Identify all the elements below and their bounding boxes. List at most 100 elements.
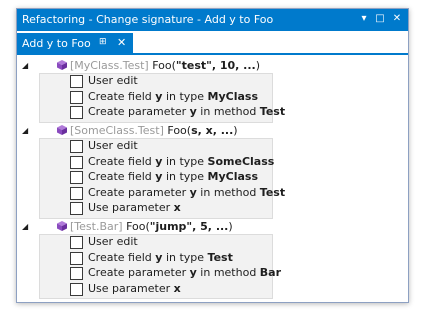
expander-triangle-icon[interactable]: ◢ <box>22 126 28 135</box>
option-text: Create parameter <box>88 105 190 118</box>
checkbox-icon[interactable] <box>70 202 83 215</box>
option-label: Create parameter y in method Test <box>88 105 285 118</box>
maximize-icon[interactable]: □ <box>373 12 387 26</box>
close-window-icon[interactable]: ✕ <box>390 12 404 26</box>
option-label: Create field y in type SomeClass <box>88 155 274 168</box>
option-label: Create parameter y in method Bar <box>88 266 281 279</box>
usage-method-name: Foo( <box>126 220 150 233</box>
option-label: Use parameter x <box>88 282 181 295</box>
close-tab-icon[interactable]: ✕ <box>117 36 126 49</box>
window-menu-dropdown-icon[interactable]: ▾ <box>357 12 371 26</box>
option-label: Create field y in type MyClass <box>88 90 258 103</box>
option-text: Create field <box>88 90 156 103</box>
option-row[interactable]: User edit <box>40 139 272 154</box>
expander-triangle-icon[interactable]: ◢ <box>22 61 28 70</box>
usage-header[interactable]: [Test.Bar] Foo("jump", 5, ...) <box>70 220 233 233</box>
usage-arguments: s, x, ... <box>191 124 234 137</box>
usage-close-paren: ) <box>255 59 261 72</box>
checkbox-icon[interactable] <box>70 156 83 169</box>
checkbox-icon[interactable] <box>70 140 83 153</box>
usage-header[interactable]: [SomeClass.Test] Foo(s, x, ...) <box>70 124 238 137</box>
option-text: Create field <box>88 155 156 168</box>
option-text: User edit <box>88 235 138 248</box>
option-text: Create parameter <box>88 186 190 199</box>
checkbox-icon[interactable] <box>70 236 83 249</box>
option-label: Use parameter x <box>88 201 181 214</box>
refactoring-tool-window: Refactoring - Change signature - Add y t… <box>16 8 409 303</box>
option-text: in method <box>196 266 260 279</box>
usage-arguments: "test", 10, ... <box>175 59 256 72</box>
tab-label: Add y to Foo <box>22 37 91 50</box>
option-text: in type <box>162 251 208 264</box>
options-group: User edit Create field y in type MyClass C… <box>39 73 285 123</box>
option-row[interactable]: Create field y in type SomeClass <box>40 155 274 170</box>
option-bold-symbol: y <box>189 186 197 199</box>
usage-arguments: "jump", 5, ... <box>149 220 229 233</box>
checkbox-icon[interactable] <box>70 252 83 265</box>
checkbox-icon[interactable] <box>70 187 83 200</box>
usage-class-name: [MyClass.Test] <box>70 59 149 72</box>
tab-strip: Add y to Foo ⊞ ✕ <box>17 31 408 55</box>
option-label: Create parameter y in method Test <box>88 186 285 199</box>
tab-add-y-to-foo[interactable]: Add y to Foo ⊞ ✕ <box>17 33 133 55</box>
option-text: Use parameter <box>88 282 174 295</box>
cube-icon <box>57 221 67 231</box>
option-text: Create field <box>88 251 156 264</box>
cube-icon <box>57 60 67 70</box>
checkbox-icon[interactable] <box>70 171 83 184</box>
option-bold-target: MyClass <box>207 90 259 103</box>
option-bold-symbol: x <box>173 282 181 295</box>
usage-class-name: [SomeClass.Test] <box>70 124 164 137</box>
option-row[interactable]: Create parameter y in method Bar <box>40 266 281 281</box>
option-row[interactable]: Use parameter x <box>40 282 272 297</box>
option-text: Use parameter <box>88 201 174 214</box>
option-text: Create parameter <box>88 266 190 279</box>
title-bar[interactable]: Refactoring - Change signature - Add y t… <box>17 9 408 31</box>
option-row[interactable]: Create parameter y in method Test <box>40 186 285 201</box>
option-text: Create field <box>88 170 156 183</box>
usage-close-paren: ) <box>233 124 238 137</box>
option-label: User edit <box>88 139 138 152</box>
option-text: in type <box>162 170 208 183</box>
option-label: Create field y in type MyClass <box>88 170 258 183</box>
option-row[interactable]: Create field y in type MyClass <box>40 90 272 105</box>
cube-icon <box>57 125 67 135</box>
option-row[interactable]: Create field y in type Test <box>40 251 272 266</box>
option-label: User edit <box>88 235 138 248</box>
option-text: in method <box>196 186 260 199</box>
option-text: User edit <box>88 139 138 152</box>
options-group: User edit Create field y in type SomeClas… <box>39 138 285 219</box>
usage-header[interactable]: [MyClass.Test] Foo("test", 10, ...) <box>70 59 260 72</box>
usage-method-name: Foo( <box>152 59 176 72</box>
option-text: in method <box>196 105 260 118</box>
checkbox-icon[interactable] <box>70 106 83 119</box>
option-row[interactable]: User edit <box>40 74 272 89</box>
option-label: Create field y in type Test <box>88 251 233 264</box>
option-bold-symbol: x <box>173 201 181 214</box>
checkbox-icon[interactable] <box>70 91 83 104</box>
option-row[interactable]: Create field y in type MyClass <box>40 170 272 185</box>
checkbox-icon[interactable] <box>70 267 83 280</box>
option-text: in type <box>162 155 208 168</box>
option-row[interactable]: Use parameter x <box>40 201 272 216</box>
option-bold-target: Test <box>259 105 286 118</box>
option-row[interactable]: Create parameter y in method Test <box>40 105 285 120</box>
usage-class-name: [Test.Bar] <box>70 220 123 233</box>
option-text: User edit <box>88 74 138 87</box>
usages-tree: ◢ [MyClass.Test] Foo("test", 10, ...) User… <box>17 55 408 301</box>
pin-icon[interactable]: ⊞ <box>99 37 107 47</box>
checkbox-icon[interactable] <box>70 75 83 88</box>
option-label: User edit <box>88 74 138 87</box>
checkbox-icon[interactable] <box>70 283 83 296</box>
option-row[interactable]: User edit <box>40 235 272 250</box>
option-bold-symbol: y <box>189 105 197 118</box>
usage-close-paren: ) <box>228 220 233 233</box>
option-bold-target: MyClass <box>207 170 259 183</box>
expander-triangle-icon[interactable]: ◢ <box>22 222 28 231</box>
option-bold-target: Test <box>207 251 233 264</box>
option-bold-symbol: y <box>189 266 197 279</box>
options-group: User edit Create field y in type Test Crea… <box>39 234 281 299</box>
option-bold-target: Bar <box>259 266 282 279</box>
usage-method-name: Foo( <box>167 124 192 137</box>
option-text: in type <box>162 90 208 103</box>
